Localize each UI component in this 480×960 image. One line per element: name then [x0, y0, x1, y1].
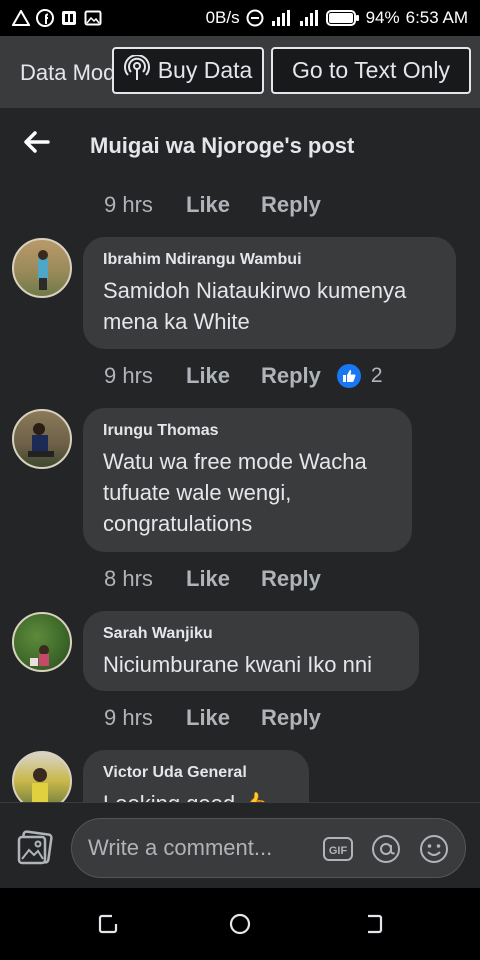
comment-text: Looking good 👍 — [103, 788, 289, 802]
buy-data-button[interactable]: Buy Data — [112, 47, 264, 94]
comment-author[interactable]: Victor Uda General — [103, 764, 289, 782]
gif-icon[interactable]: GIF — [322, 833, 354, 865]
recents-icon[interactable] — [96, 912, 120, 936]
reaction-summary[interactable]: 2 — [336, 364, 383, 388]
avatar[interactable] — [12, 238, 72, 298]
comment-author[interactable]: Ibrahim Ndirangu Wambui — [103, 251, 436, 269]
post-header: Muigai wa Njoroge's post — [0, 108, 480, 180]
like-button[interactable]: Like — [186, 566, 261, 592]
comment-author[interactable]: Irungu Thomas — [103, 422, 392, 440]
emoji-icon[interactable] — [418, 833, 450, 865]
facebook-icon — [36, 9, 54, 27]
comments-feed[interactable]: 9 hrs Like Reply Ibrahim Ndirangu Wambui… — [0, 180, 480, 802]
comment-time: 8 hrs — [104, 566, 153, 591]
battery-icon — [325, 9, 360, 27]
comment-meta: 9 hrs Like Reply — [104, 705, 321, 731]
photo-gallery-icon[interactable] — [16, 829, 54, 867]
page-title: Muigai wa Njoroge's post — [90, 133, 355, 158]
comment-text: Samidoh Niataukirwo kumenya mena ka Whit… — [103, 278, 407, 334]
comment-bubble[interactable]: Ibrahim Ndirangu Wambui Samidoh Niatauki… — [83, 237, 456, 349]
system-navigation-bar — [0, 888, 480, 960]
signal-icon — [298, 10, 320, 26]
reply-button[interactable]: Reply — [261, 566, 321, 592]
text-only-label: Go to Text Only — [291, 57, 451, 83]
avatar[interactable] — [12, 612, 72, 672]
broadcast-icon — [123, 53, 150, 87]
reply-button[interactable]: Reply — [261, 192, 321, 218]
buy-data-label: Buy Data — [157, 57, 253, 83]
minus-circle-icon — [246, 9, 264, 27]
comment-composer: Write a comment... GIF — [0, 802, 480, 888]
comment-meta-previous: 9 hrs Like Reply — [104, 192, 321, 218]
comment-input[interactable]: Write a comment... GIF — [71, 818, 466, 878]
network-speed: 0B/s — [205, 8, 240, 27]
clock: 6:53 AM — [405, 8, 468, 27]
status-left-icons — [12, 9, 102, 27]
reply-button[interactable]: Reply — [261, 705, 321, 731]
home-icon[interactable] — [228, 912, 252, 936]
mention-icon[interactable] — [370, 833, 402, 865]
status-bar: 0B/s 94% 6:53 AM — [0, 0, 480, 36]
like-button[interactable]: Like — [186, 705, 261, 731]
back-icon[interactable] — [362, 912, 386, 936]
comment-bubble[interactable]: Sarah Wanjiku Niciumburane kwani Iko nni — [83, 611, 419, 691]
sim-icon — [60, 9, 78, 27]
comment-time: 9 hrs — [104, 192, 153, 217]
image-icon — [84, 9, 102, 27]
avatar[interactable] — [12, 751, 72, 802]
text-only-button[interactable]: Go to Text Only — [271, 47, 471, 94]
comment-author[interactable]: Sarah Wanjiku — [103, 625, 399, 643]
svg-text:GIF: GIF — [329, 845, 348, 857]
reaction-count: 2 — [370, 364, 383, 387]
comment-placeholder: Write a comment... — [88, 835, 273, 860]
status-right: 0B/s 94% 6:53 AM — [206, 8, 468, 28]
comment-bubble[interactable]: Victor Uda General Looking good 👍 — [83, 750, 309, 802]
avatar[interactable] — [12, 409, 72, 469]
back-arrow-icon[interactable] — [22, 128, 50, 156]
battery-percent: 94% — [365, 8, 400, 27]
thumbs-up-icon — [336, 364, 361, 388]
reply-button[interactable]: Reply — [261, 363, 321, 389]
data-mode-banner: Data Mode Buy Data Go to Text Only — [0, 36, 480, 108]
comment-meta: 8 hrs Like Reply — [104, 566, 321, 592]
like-button[interactable]: Like — [186, 363, 261, 389]
alert-triangle-icon — [12, 10, 30, 26]
like-button[interactable]: Like — [186, 192, 261, 218]
comment-bubble[interactable]: Irungu Thomas Watu wa free mode Wacha tu… — [83, 408, 412, 552]
comment-text: Niciumburane kwani Iko nni — [103, 652, 373, 677]
signal-icon — [270, 10, 292, 26]
comment-meta: 9 hrs Like Reply 2 — [104, 363, 383, 389]
comment-text: Watu wa free mode Wacha tufuate wale wen… — [103, 449, 367, 536]
comment-time: 9 hrs — [104, 363, 153, 388]
comment-time: 9 hrs — [104, 705, 153, 730]
